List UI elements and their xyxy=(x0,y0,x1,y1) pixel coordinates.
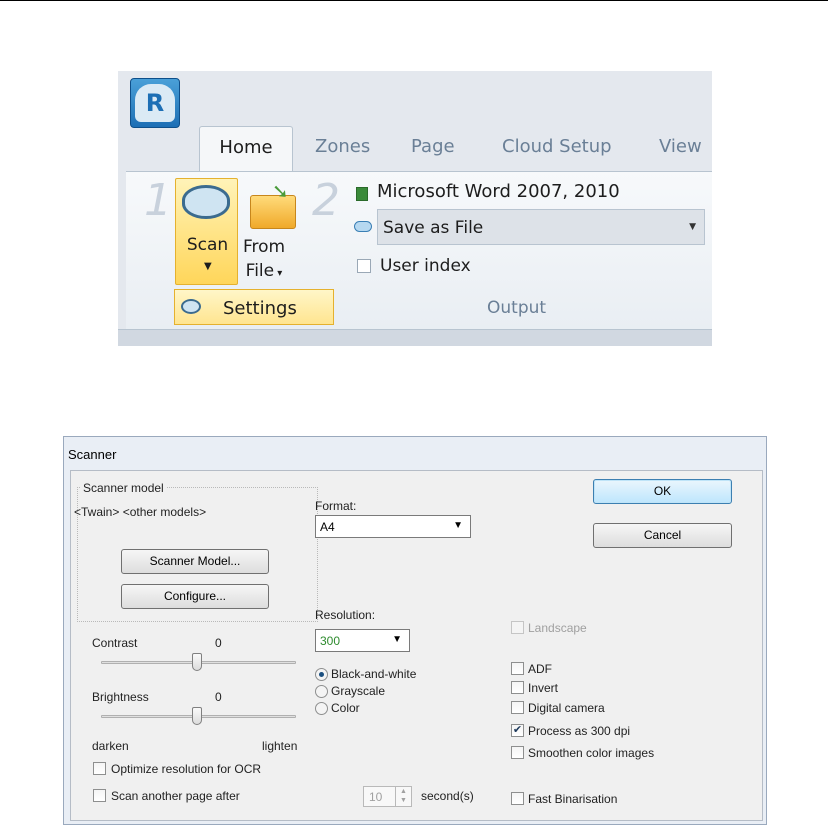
fast-binarisation-checkbox[interactable] xyxy=(511,792,524,805)
contrast-value: 0 xyxy=(215,636,222,650)
black-and-white-label: Black-and-white xyxy=(331,667,417,681)
contrast-label: Contrast xyxy=(92,636,138,650)
scan-dropdown-icon: ▼ xyxy=(204,261,212,272)
save-target-value: Save as File xyxy=(383,218,484,238)
chevron-down-icon: ▼ xyxy=(392,634,402,645)
brightness-label: Brightness xyxy=(92,690,149,704)
scan-label: Scan xyxy=(186,235,229,255)
checkmark-icon: ✔ xyxy=(512,724,523,736)
scanner-model-legend: Scanner model xyxy=(81,481,166,495)
from-file-line2: File ▾ xyxy=(245,261,283,281)
resolution-value: 300 xyxy=(320,634,341,648)
color-label: Color xyxy=(331,701,360,715)
user-index-checkbox[interactable] xyxy=(357,259,371,273)
lighten-label: lighten xyxy=(262,739,298,753)
tab-view[interactable]: View xyxy=(659,136,702,157)
cancel-button[interactable]: Cancel xyxy=(593,523,732,548)
optimize-ocr-label: Optimize resolution for OCR xyxy=(111,762,262,776)
landscape-label: Landscape xyxy=(528,621,587,635)
ribbon-screenshot: R Home Zones Page Cloud Setup View 1 2 S… xyxy=(118,71,712,346)
format-label: Format: xyxy=(315,499,357,513)
smoothen-checkbox[interactable] xyxy=(511,746,524,759)
chevron-down-icon: ▼ xyxy=(689,222,696,232)
ribbon-bottom-bar xyxy=(118,329,712,346)
scan-button[interactable]: Scan ▼ xyxy=(175,178,238,285)
optimize-ocr-checkbox[interactable] xyxy=(93,762,106,775)
adf-label: ADF xyxy=(528,662,552,676)
adf-checkbox[interactable] xyxy=(511,662,524,675)
settings-label: Settings xyxy=(223,298,297,319)
scan-another-label: Scan another page after xyxy=(111,789,240,803)
brightness-value: 0 xyxy=(215,690,222,704)
digital-camera-label: Digital camera xyxy=(528,701,605,715)
tab-cloud-setup[interactable]: Cloud Setup xyxy=(502,136,612,157)
seconds-value: 10 xyxy=(369,790,383,804)
grayscale-label: Grayscale xyxy=(331,684,386,698)
from-file-line1: From xyxy=(242,237,286,257)
resolution-select[interactable]: 300 ▼ xyxy=(315,629,410,652)
group-output-label: Output xyxy=(487,298,547,318)
scanner-icon xyxy=(182,185,230,219)
format-value: A4 xyxy=(320,520,335,534)
process-300-label: Process as 300 dpi xyxy=(528,724,631,738)
tab-page[interactable]: Page xyxy=(411,136,455,157)
brightness-slider-thumb[interactable] xyxy=(192,707,202,725)
step-number-2: 2 xyxy=(312,175,340,226)
seconds-spinner[interactable]: 10 ▲ ▼ xyxy=(363,786,412,807)
format-select[interactable]: A4 ▼ xyxy=(315,515,471,538)
cloud-icon xyxy=(354,221,372,232)
app-logo-icon: R xyxy=(135,84,175,122)
from-file-button[interactable]: From File ▾ xyxy=(242,235,286,286)
digital-camera-checkbox[interactable] xyxy=(511,701,524,714)
dialog-client-area: Scanner model <Twain> <other models> Sca… xyxy=(70,470,763,821)
step-number-1: 1 xyxy=(144,175,172,226)
radio-color[interactable] xyxy=(315,702,328,715)
process-300-checkbox[interactable]: ✔ xyxy=(511,724,524,737)
tab-home[interactable]: Home xyxy=(199,126,293,172)
fast-binarisation-label: Fast Binarisation xyxy=(528,792,618,806)
radio-grayscale[interactable] xyxy=(315,685,328,698)
invert-checkbox[interactable] xyxy=(511,681,524,694)
landscape-checkbox[interactable] xyxy=(511,621,524,634)
chevron-down-icon: ▼ xyxy=(453,520,463,531)
spinner-arrows-icon[interactable]: ▲ ▼ xyxy=(395,787,411,806)
contrast-slider-thumb[interactable] xyxy=(192,653,202,671)
resolution-label: Resolution: xyxy=(315,608,376,622)
top-rule xyxy=(0,0,828,1)
smoothen-label: Smoothen color images xyxy=(528,746,655,760)
ok-button[interactable]: OK xyxy=(593,479,732,504)
scanner-dialog: Scanner Scanner model <Twain> <other mod… xyxy=(63,436,767,825)
scanner-settings-icon xyxy=(181,299,201,314)
radio-black-and-white[interactable] xyxy=(315,668,328,681)
output-format-label[interactable]: Microsoft Word 2007, 2010 xyxy=(377,181,620,202)
dialog-title: Scanner xyxy=(68,447,117,462)
save-target-select[interactable]: Save as File ▼ xyxy=(377,209,705,245)
settings-menu-item[interactable]: Settings xyxy=(174,289,334,325)
scanner-model-button[interactable]: Scanner Model... xyxy=(121,549,269,574)
configure-button[interactable]: Configure... xyxy=(121,584,269,609)
tab-zones[interactable]: Zones xyxy=(315,136,370,157)
import-arrow-icon: ➘ xyxy=(272,179,289,203)
word-format-icon xyxy=(356,187,368,201)
scan-another-checkbox[interactable] xyxy=(93,789,106,802)
app-menu-button[interactable]: R xyxy=(130,78,180,128)
scanner-model-value: <Twain> <other models> xyxy=(74,505,207,519)
seconds-unit-label: second(s) xyxy=(421,789,474,803)
user-index-label: User index xyxy=(380,256,471,276)
invert-label: Invert xyxy=(528,681,559,695)
darken-label: darken xyxy=(92,739,129,753)
